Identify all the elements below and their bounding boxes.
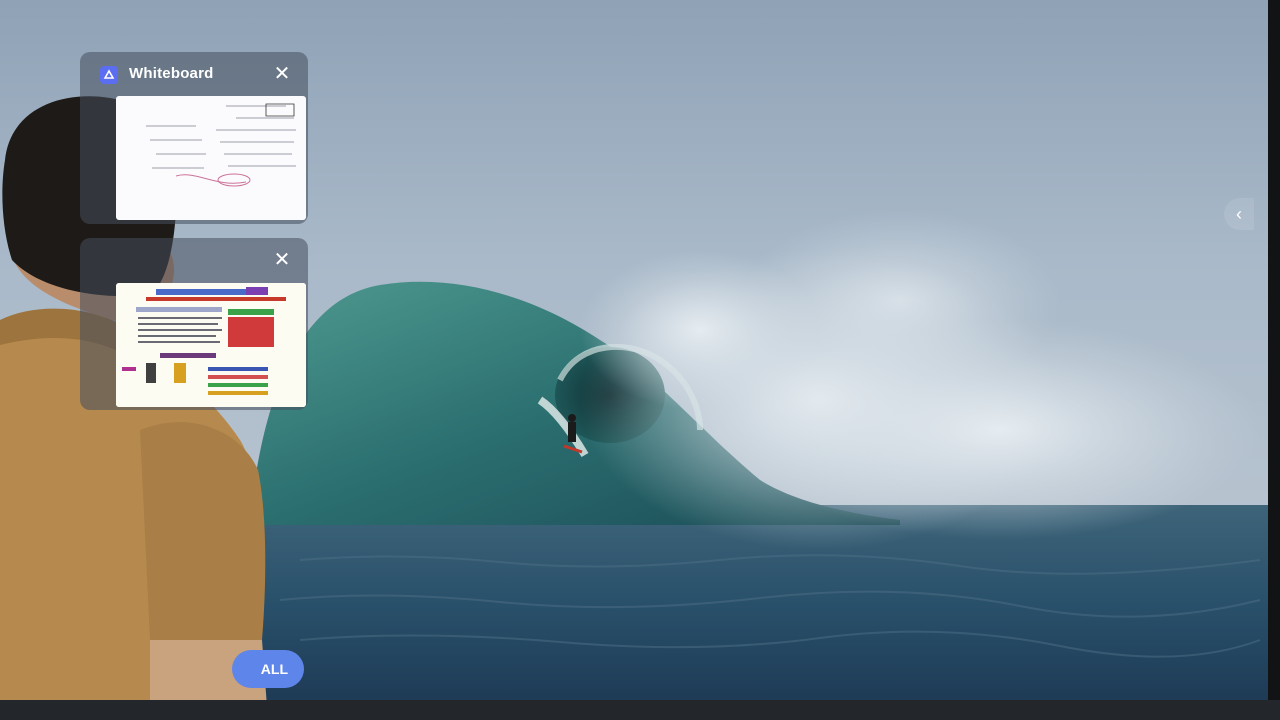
task-thumbnail-document[interactable] <box>116 283 306 407</box>
screen-bezel-right <box>1268 0 1280 720</box>
chevron-left-icon[interactable]: ‹ <box>1224 198 1254 230</box>
screen-bezel-bottom <box>0 700 1280 720</box>
close-icon[interactable]: ✕ <box>272 64 292 84</box>
close-icon[interactable]: ✕ <box>272 250 292 270</box>
task-card-header: ✕ <box>80 238 308 282</box>
whiteboard-app-icon <box>100 66 118 84</box>
clear-all-button[interactable]: ALL <box>232 650 304 688</box>
task-thumbnail-whiteboard[interactable] <box>116 96 306 220</box>
task-card-header: Whiteboard ✕ <box>80 52 308 96</box>
task-card-title: Whiteboard <box>129 65 214 82</box>
